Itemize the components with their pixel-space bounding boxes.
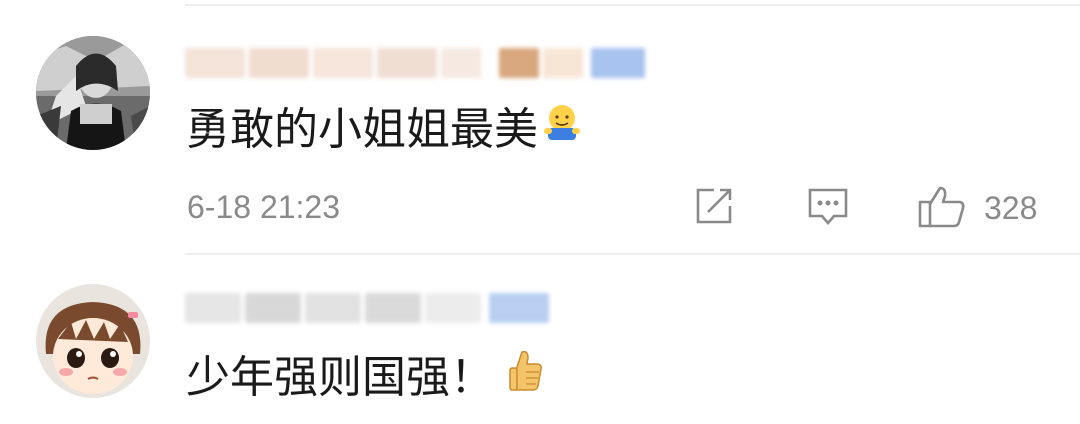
comment-button[interactable] <box>806 186 850 230</box>
comment-content: 勇敢的小姐姐最美 <box>186 104 538 155</box>
comment-icon <box>806 184 850 232</box>
timestamp: 6-18 21:23 <box>187 189 341 225</box>
share-button[interactable] <box>692 186 736 230</box>
avatar[interactable] <box>36 284 150 398</box>
comment-meta: 6-18 21:23 328 <box>0 182 1080 232</box>
share-icon <box>692 184 736 232</box>
hug-emoji-icon <box>540 100 584 160</box>
like-button[interactable]: 328 <box>918 186 1037 230</box>
comment-item: 勇敢的小姐姐最美 6-18 21:23 328 <box>0 0 1080 254</box>
thumbs-up-icon <box>918 184 966 232</box>
thumbs-up-emoji-icon <box>508 348 544 408</box>
comment-text: 勇敢的小姐姐最美 <box>186 100 584 160</box>
username[interactable] <box>185 290 549 326</box>
comment-content: 少年强则国强！ <box>186 352 494 403</box>
avatar[interactable] <box>36 36 150 150</box>
comment-text: 少年强则国强！ <box>186 348 544 408</box>
comment-item: 少年强则国强！ <box>0 256 1080 424</box>
comment-divider <box>185 253 1080 255</box>
username[interactable] <box>185 45 645 81</box>
like-count: 328 <box>984 189 1038 226</box>
